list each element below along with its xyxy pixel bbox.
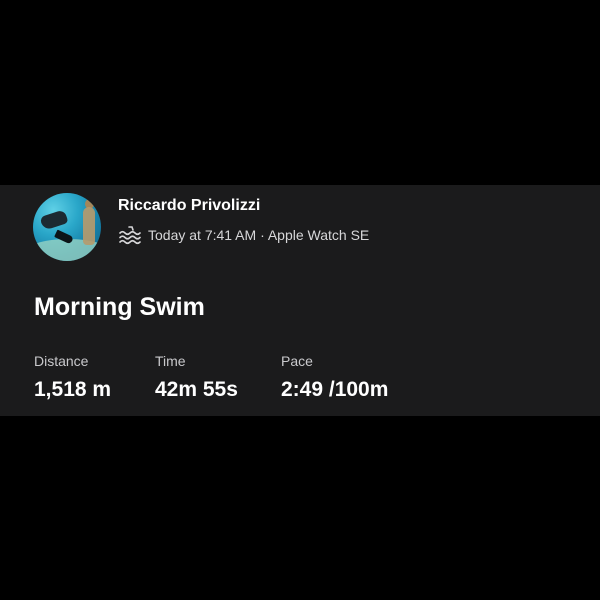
stat-pace-value: 2:49 /100m (281, 378, 389, 401)
avatar-person (83, 207, 95, 245)
stat-time-value: 42m 55s (155, 378, 238, 401)
activity-card[interactable]: Riccardo Privolizzi Today at 7:41 AM · A… (0, 185, 600, 416)
stat-time-label: Time (155, 353, 186, 369)
activity-title[interactable]: Morning Swim (34, 293, 205, 322)
stat-distance-label: Distance (34, 353, 89, 369)
stat-distance: Distance 1,518 m (34, 353, 111, 402)
stat-time: Time 42m 55s (155, 353, 238, 402)
athlete-name[interactable]: Riccardo Privolizzi (118, 197, 260, 215)
stat-distance-value: 1,518 m (34, 378, 112, 401)
avatar[interactable] (33, 193, 101, 261)
stat-pace: Pace 2:49 /100m (281, 353, 388, 402)
activity-meta: Today at 7:41 AM · Apple Watch SE (118, 225, 369, 245)
swim-icon (118, 225, 142, 245)
activity-meta-text: Today at 7:41 AM · Apple Watch SE (148, 227, 370, 243)
stat-pace-label: Pace (281, 353, 313, 369)
avatar-diver (39, 209, 69, 231)
